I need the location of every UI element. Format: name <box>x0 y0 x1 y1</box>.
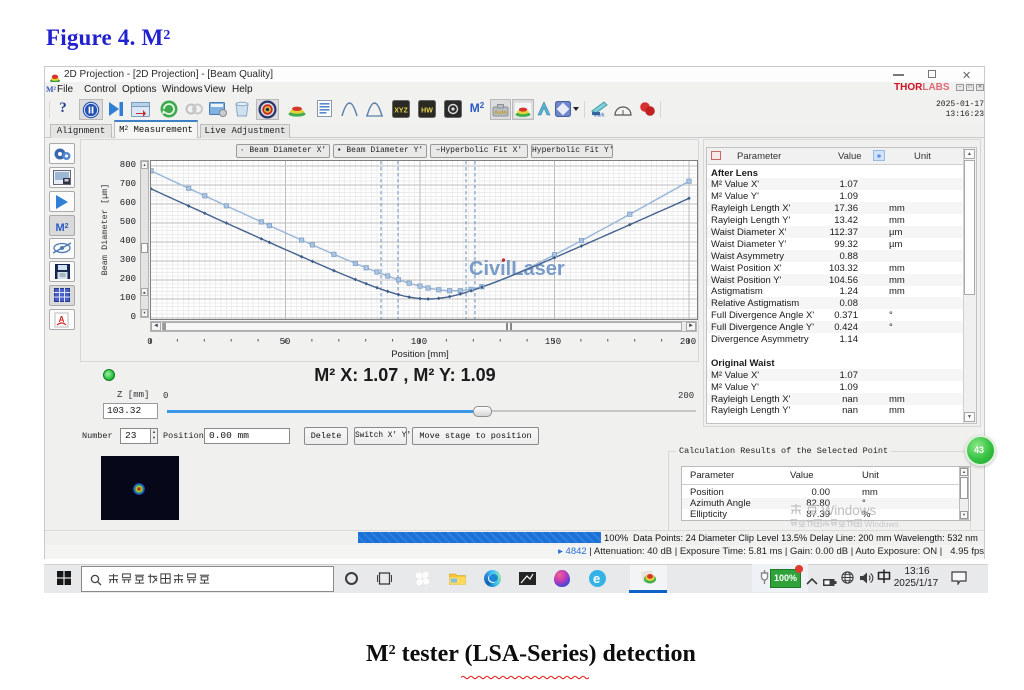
svg-text:HW: HW <box>421 108 433 115</box>
svg-text:CivilLaser: CivilLaser <box>469 258 565 280</box>
svg-text:XYZ: XYZ <box>394 108 408 115</box>
svg-text:Auto: Auto <box>494 110 507 116</box>
svg-text:Mark: Mark <box>593 113 605 118</box>
